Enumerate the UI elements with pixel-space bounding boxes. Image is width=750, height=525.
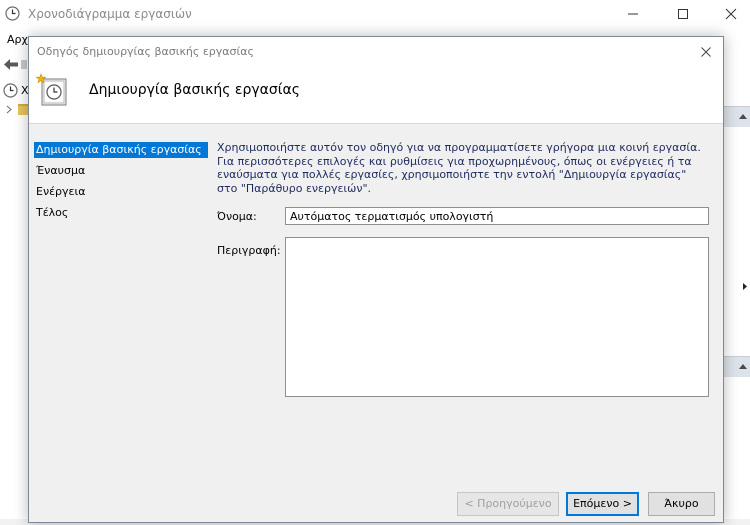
step-finish[interactable]: Τέλος — [34, 205, 208, 221]
clock-icon — [5, 6, 20, 21]
back-button[interactable]: < Προηγούμενο — [457, 492, 559, 516]
clock-icon — [3, 83, 18, 98]
close-icon — [701, 47, 711, 57]
chevron-up-icon — [739, 364, 747, 369]
maximize-icon — [678, 9, 688, 19]
menu-item-file[interactable]: Αρχ — [7, 33, 28, 46]
maximize-button[interactable] — [662, 0, 708, 28]
create-basic-task-wizard: Οδηγός δημιουργίας βασικής εργασίας Δημι… — [28, 36, 724, 523]
wizard-close-button[interactable] — [689, 37, 723, 67]
main-titlebar: Χρονοδιάγραμμα εργασιών — [0, 0, 750, 28]
name-input[interactable] — [285, 207, 709, 225]
actions-section-header[interactable] — [723, 106, 750, 127]
task-wizard-icon — [35, 73, 67, 106]
triangle-right-icon[interactable] — [743, 283, 747, 290]
main-close-button[interactable] — [710, 0, 750, 28]
name-label: Όνομα: — [217, 210, 257, 223]
wizard-heading: Δημιουργία βασικής εργασίας — [89, 82, 300, 98]
back-arrow-icon[interactable] — [3, 58, 19, 71]
main-window-title: Χρονοδιάγραμμα εργασιών — [28, 7, 192, 21]
chevron-up-icon — [739, 114, 747, 119]
wizard-steps: Δημιουργία βασικής εργασίας Έναυσμα Ενέρ… — [29, 124, 211, 504]
next-button[interactable]: Επόμενο > — [566, 492, 639, 516]
chevron-right-icon[interactable] — [6, 105, 12, 114]
forward-button[interactable] — [21, 60, 27, 69]
folder-icon — [18, 104, 28, 115]
wizard-description: Χρησιμοποιήστε αυτόν τον οδηγό για να πρ… — [217, 141, 701, 195]
actions-section-header[interactable] — [723, 356, 750, 377]
main-toolbar — [0, 52, 30, 76]
console-tree: Χ — [0, 78, 29, 525]
minimize-button[interactable] — [612, 0, 658, 28]
cancel-button[interactable]: Άκυρο — [648, 492, 715, 516]
wizard-header: Δημιουργία βασικής εργασίας — [29, 67, 723, 124]
step-trigger[interactable]: Έναυσμα — [34, 163, 208, 179]
description-label: Περιγραφή: — [217, 244, 281, 257]
description-textarea[interactable] — [285, 237, 709, 397]
step-action[interactable]: Ενέργεια — [34, 184, 208, 200]
step-create-basic-task[interactable]: Δημιουργία βασικής εργασίας — [34, 142, 208, 158]
close-icon — [725, 8, 737, 20]
wizard-title: Οδηγός δημιουργίας βασικής εργασίας — [37, 45, 254, 58]
minimize-icon — [628, 13, 638, 15]
actions-pane — [723, 78, 750, 525]
wizard-titlebar: Οδηγός δημιουργίας βασικής εργασίας — [29, 37, 723, 67]
